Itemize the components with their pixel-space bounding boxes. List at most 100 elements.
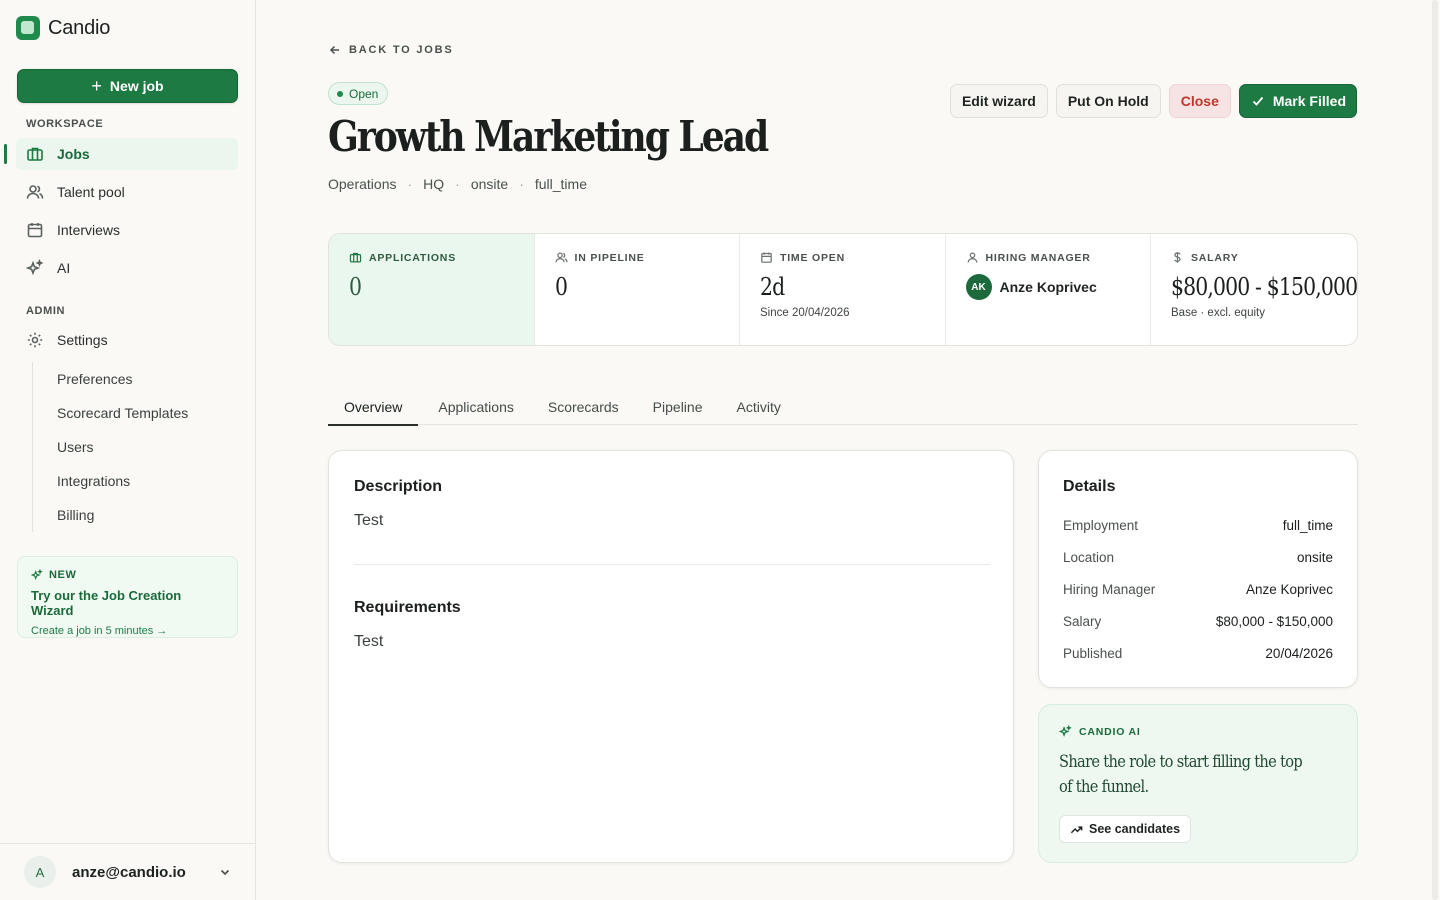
gear-icon <box>27 332 43 348</box>
candio-logo-icon <box>16 16 40 40</box>
mark-filled-label: Mark Filled <box>1272 93 1346 109</box>
status-dot-icon <box>337 90 343 97</box>
detail-key: Salary <box>1063 614 1102 629</box>
sidebar-item-label: AI <box>57 260 71 276</box>
edit-wizard-button[interactable]: Edit wizard <box>949 84 1048 118</box>
sidebar-item-jobs[interactable]: Jobs <box>4 138 238 170</box>
detail-value: $80,000 - $150,000 <box>1215 614 1333 629</box>
detail-value: full_time <box>1282 518 1333 533</box>
stat-salary: SALARY $80,000 - $150,000 Base · excl. e… <box>1151 234 1357 345</box>
sidebar-item-label: Talent pool <box>57 184 125 200</box>
stat-value: 0 <box>554 273 568 301</box>
avatar: AK <box>965 274 992 300</box>
stat-label: IN PIPELINE <box>554 251 720 264</box>
tab-pipeline[interactable]: Pipeline <box>637 388 721 425</box>
detail-row-employment: Employment full_time <box>1063 518 1333 533</box>
stat-label: SALARY <box>1171 251 1337 264</box>
stat-time-open: TIME OPEN 2d Since 20/04/2026 <box>740 234 946 345</box>
subnav-item-scorecard-templates[interactable]: Scorecard Templates <box>33 396 238 430</box>
detail-key: Published <box>1063 646 1123 661</box>
divider <box>354 564 990 565</box>
close-job-button[interactable]: Close <box>1168 84 1231 118</box>
app-name: Candio <box>48 16 111 39</box>
sidebar-item-ai[interactable]: AI <box>16 252 238 284</box>
detail-row-hiring-manager: Hiring Manager Anze Koprivec <box>1063 582 1333 597</box>
scrollbar[interactable] <box>1432 0 1438 900</box>
back-to-jobs-link[interactable]: BACK TO JOBS <box>329 44 454 56</box>
stat-label-text: TIME OPEN <box>780 251 845 264</box>
tab-overview[interactable]: Overview <box>328 388 419 426</box>
details-card: Details Employment full_time Location on… <box>1038 450 1358 688</box>
back-label: BACK TO JOBS <box>349 44 454 56</box>
hiring-manager-row[interactable]: AK Anze Koprivec <box>965 274 1131 300</box>
chevron-down-icon <box>220 869 230 876</box>
subnav-item-integrations[interactable]: Integrations <box>33 464 238 498</box>
sparkles-icon <box>26 259 44 276</box>
meta-separator: · <box>407 176 413 192</box>
user-menu[interactable]: A anze@candio.io <box>0 843 255 900</box>
job-actions: Edit wizard Put On Hold Close Mark Fille… <box>949 84 1357 118</box>
stat-in-pipeline[interactable]: IN PIPELINE 0 <box>535 234 740 345</box>
sidebar-item-interviews[interactable]: Interviews <box>16 214 238 246</box>
dollar-icon <box>1174 252 1181 263</box>
briefcase-icon <box>27 147 43 161</box>
stat-value: 2d <box>760 273 785 301</box>
meta-location: HQ <box>423 176 445 192</box>
sparkles-icon <box>1059 725 1072 737</box>
tab-activity[interactable]: Activity <box>721 388 797 425</box>
put-on-hold-button[interactable]: Put On Hold <box>1055 84 1161 118</box>
sidebar-item-talent-pool[interactable]: Talent pool <box>16 176 238 208</box>
promo-link[interactable]: Create a job in 5 minutes → <box>31 625 167 637</box>
tab-scorecards[interactable]: Scorecards <box>532 388 637 425</box>
stat-value: 0 <box>349 273 362 301</box>
stat-subtext: Base · excl. equity <box>1171 307 1265 319</box>
sidebar-item-label: Jobs <box>57 146 90 162</box>
hiring-manager-name: Anze Koprivec <box>999 279 1097 295</box>
ai-label-text: CANDIO AI <box>1079 725 1141 738</box>
job-stats: APPLICATIONS 0 IN PIPELINE 0 TIME OPEN 2… <box>328 233 1358 346</box>
workspace-section-label: WORKSPACE <box>26 118 104 130</box>
app-logo[interactable]: Candio <box>16 16 110 40</box>
mark-filled-button[interactable]: Mark Filled <box>1238 84 1357 118</box>
arrow-left-icon <box>329 45 339 55</box>
subnav-item-preferences[interactable]: Preferences <box>33 362 238 396</box>
new-job-label: New job <box>109 78 164 94</box>
status-label: Open <box>349 86 379 101</box>
sidebar-item-label: Interviews <box>57 222 121 238</box>
detail-row-salary: Salary $80,000 - $150,000 <box>1063 614 1333 629</box>
see-candidates-button[interactable]: See candidates <box>1059 815 1192 843</box>
detail-value: Anze Koprivec <box>1245 582 1333 597</box>
meta-employment: full_time <box>534 176 587 192</box>
promo-tag: NEW <box>31 569 224 581</box>
promo-title: Try our the Job Creation Wizard <box>31 588 182 618</box>
detail-value: onsite <box>1296 550 1333 565</box>
stat-hiring-manager: HIRING MANAGER AK Anze Koprivec <box>946 234 1151 345</box>
stat-label-text: IN PIPELINE <box>574 251 645 264</box>
stat-label: APPLICATIONS <box>349 251 514 264</box>
stat-value: $80,000 - $150,000 <box>1171 273 1358 301</box>
job-meta: Operations · HQ · onsite · full_time <box>328 176 587 192</box>
users-icon <box>554 252 568 263</box>
meta-separator: · <box>455 176 460 192</box>
subnav-item-billing[interactable]: Billing <box>33 498 238 532</box>
user-icon <box>967 252 977 263</box>
wizard-promo-card[interactable]: NEW Try our the Job Creation Wizard Crea… <box>17 556 238 638</box>
job-tabs: Overview Applications Scorecards Pipelin… <box>328 388 1358 426</box>
ai-suggestion-text: Share the role to start filling the top … <box>1059 752 1303 797</box>
detail-value: 20/04/2026 <box>1265 646 1333 661</box>
tab-applications[interactable]: Applications <box>418 388 532 425</box>
user-email: anze@candio.io <box>72 863 186 881</box>
detail-row-published: Published 20/04/2026 <box>1063 646 1333 661</box>
settings-subnav: Preferences Scorecard Templates Users In… <box>32 362 238 532</box>
stat-label: HIRING MANAGER <box>966 251 1131 264</box>
description-heading: Description <box>354 478 443 495</box>
new-job-button[interactable]: + New job <box>17 69 238 103</box>
trending-up-icon <box>1070 825 1083 833</box>
sidebar-item-settings[interactable]: Settings <box>16 324 238 356</box>
sparkles-icon <box>31 569 43 580</box>
subnav-item-users[interactable]: Users <box>33 430 238 464</box>
ai-label: CANDIO AI <box>1059 725 1337 738</box>
stat-label-text: HIRING MANAGER <box>985 251 1091 264</box>
stat-applications[interactable]: APPLICATIONS 0 <box>329 234 535 345</box>
sidebar: Candio + New job WORKSPACE Jobs Talent p… <box>0 0 256 900</box>
